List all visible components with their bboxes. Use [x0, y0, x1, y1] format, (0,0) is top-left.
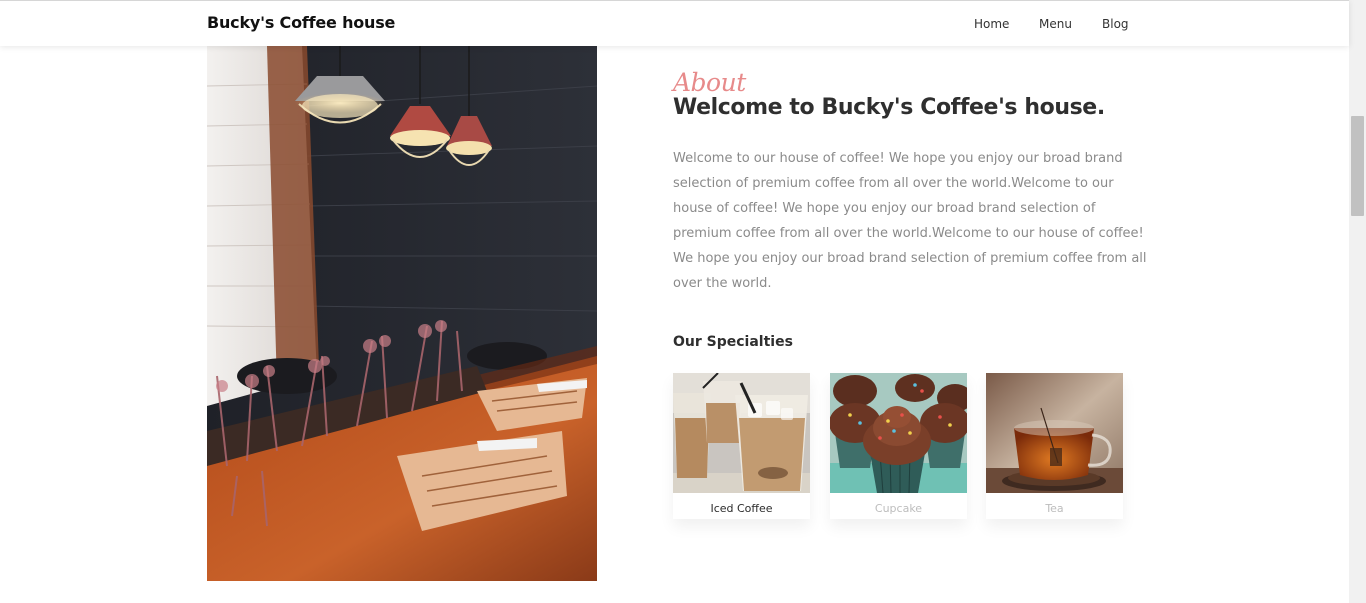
- brand-logo-text[interactable]: Bucky's Coffee house: [207, 13, 395, 32]
- nav-link-home[interactable]: Home: [974, 17, 1009, 31]
- scrollbar-thumb[interactable]: [1351, 116, 1364, 216]
- specialties-heading: Our Specialties: [673, 334, 793, 350]
- about-heading: Welcome to Bucky's Coffee's house.: [673, 95, 1105, 120]
- specialty-card-cupcake[interactable]: Cupcake: [830, 373, 967, 519]
- specialty-label: Tea: [1045, 502, 1064, 515]
- about-paragraph: Welcome to our house of coffee! We hope …: [673, 151, 1147, 291]
- specialty-card-tea[interactable]: Tea: [986, 373, 1123, 519]
- iced-coffee-image: [673, 373, 810, 493]
- top-navbar: Bucky's Coffee house Home Menu Blog: [0, 0, 1349, 46]
- cafe-interior-photo: [207, 46, 597, 581]
- specialty-label: Cupcake: [874, 502, 923, 515]
- specialty-label: Iced Coffee: [710, 502, 773, 515]
- specialty-card-iced-coffee[interactable]: Iced Coffee: [673, 373, 810, 519]
- tea-image: [986, 373, 1123, 493]
- page-scrollbar[interactable]: [1349, 0, 1366, 603]
- cupcake-image: [830, 373, 967, 493]
- about-script-label: About: [673, 68, 746, 97]
- nav-link-blog[interactable]: Blog: [1102, 17, 1129, 31]
- nav-link-menu[interactable]: Menu: [1039, 17, 1072, 31]
